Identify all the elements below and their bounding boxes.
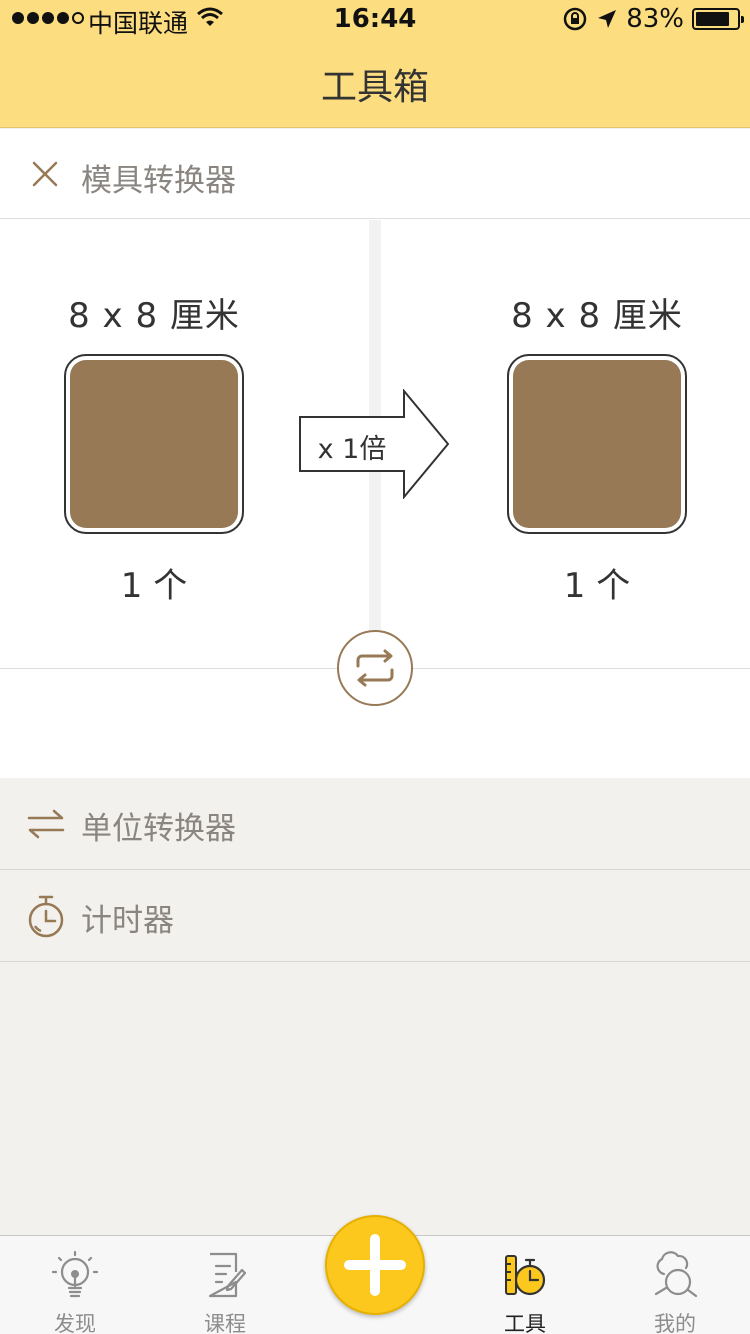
battery-percent: 83% [626, 4, 684, 34]
plus-icon [344, 1234, 406, 1296]
tool-item-unit-converter[interactable]: 单位转换器 [0, 778, 750, 870]
tools-icon [505, 1255, 546, 1296]
target-count-label[interactable]: 1 个 [447, 558, 747, 607]
chef-icon [654, 1251, 698, 1298]
location-arrow-icon [598, 10, 617, 28]
stopwatch-icon [28, 895, 64, 938]
source-size-label[interactable]: 8 x 8 厘米 [4, 288, 304, 337]
navigation-bar: 中国联通 16:44 83% 工具箱 [0, 0, 750, 128]
tab-courses[interactable]: 课程 [150, 1236, 300, 1334]
multiplier-label: x 1倍 [317, 434, 387, 465]
swap-button[interactable] [337, 630, 413, 706]
page-title: 工具箱 [320, 67, 429, 108]
mold-converter-header: 模具转换器 [0, 129, 750, 219]
battery-icon [692, 8, 744, 30]
mold-converter-card: 模具转换器 8 x 8 厘米 1 个 x 1倍 8 x 8 厘米 1 个 [0, 129, 750, 778]
close-icon[interactable] [30, 159, 60, 189]
tab-label: 发现 [54, 1312, 96, 1334]
tab-tools[interactable]: 工具 [450, 1236, 600, 1334]
add-button[interactable] [325, 1215, 425, 1315]
source-count-label[interactable]: 1 个 [4, 558, 304, 607]
notebook-icon [208, 1252, 247, 1298]
swap-arrows-icon [27, 809, 65, 839]
tool-item-label: 计时器 [81, 903, 174, 939]
tool-item-label: 单位转换器 [81, 811, 236, 847]
swap-icon [356, 649, 394, 687]
tab-label: 工具 [504, 1312, 546, 1334]
tab-profile[interactable]: 我的 [600, 1236, 750, 1334]
target-mold-panel[interactable]: 8 x 8 厘米 1 个 [447, 220, 747, 668]
tab-label: 课程 [204, 1312, 246, 1334]
source-mold-shape[interactable] [64, 354, 244, 534]
target-mold-shape[interactable] [507, 354, 687, 534]
lightbulb-icon [51, 1250, 99, 1298]
tool-item-timer[interactable]: 计时器 [0, 870, 750, 962]
source-mold-panel[interactable]: 8 x 8 厘米 1 个 [4, 220, 304, 668]
status-bar: 中国联通 16:44 83% [0, 0, 750, 40]
target-size-label[interactable]: 8 x 8 厘米 [447, 288, 747, 337]
rotation-lock-icon [563, 7, 587, 31]
tab-label: 我的 [654, 1312, 696, 1334]
mold-converter-title: 模具转换器 [81, 163, 236, 199]
tab-discover[interactable]: 发现 [0, 1236, 150, 1334]
